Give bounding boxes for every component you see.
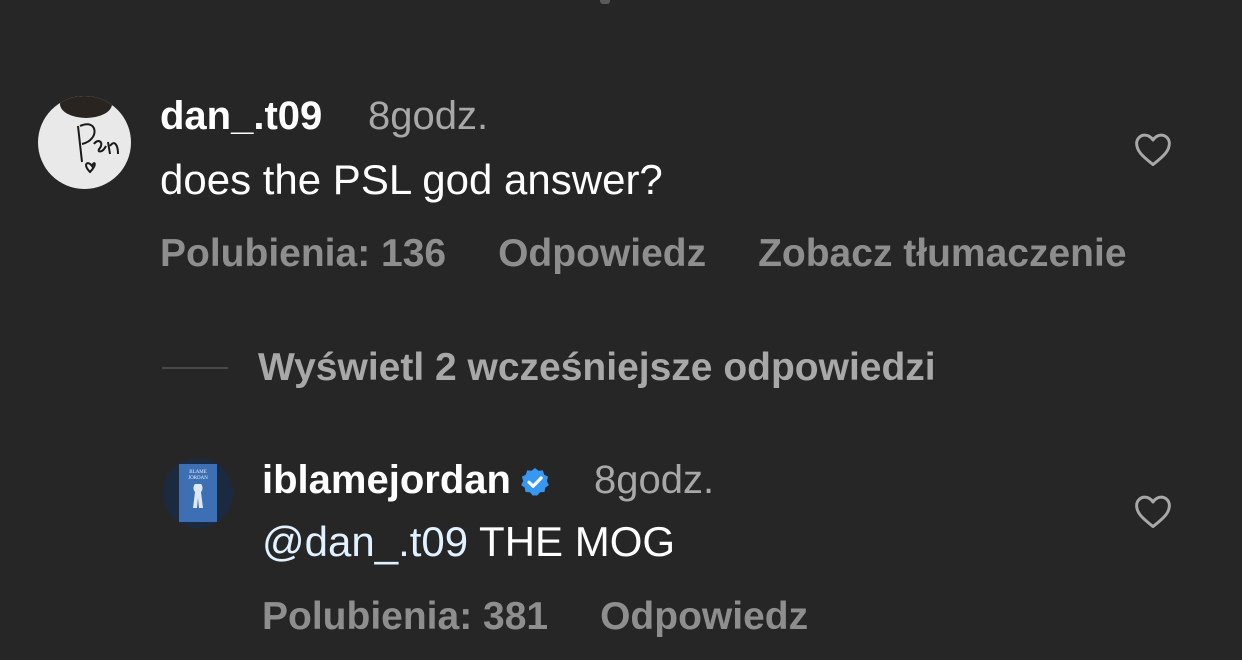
reply-text: @dan_.t09 THE MOG bbox=[262, 518, 675, 566]
top-scroll-indicator bbox=[600, 0, 610, 4]
comment-text: does the PSL god answer? bbox=[160, 156, 663, 203]
heart-outline-icon[interactable] bbox=[1133, 131, 1173, 167]
avatar[interactable] bbox=[38, 96, 131, 189]
reply-button[interactable]: Odpowiedz bbox=[498, 232, 706, 276]
svg-text:JORDAN: JORDAN bbox=[188, 476, 208, 481]
reply-username-text[interactable]: iblamejordan bbox=[262, 458, 511, 502]
comment-timestamp: 8godz. bbox=[368, 94, 489, 138]
heart-outline-icon[interactable] bbox=[1133, 493, 1173, 529]
reply-text-body: THE MOG bbox=[468, 518, 676, 565]
mention-link[interactable]: @dan_.t09 bbox=[262, 518, 468, 565]
replies-divider bbox=[162, 367, 228, 369]
view-earlier-replies-button[interactable]: Wyświetl 2 wcześniejsze odpowiedzi bbox=[162, 344, 936, 392]
likes-count[interactable]: Polubienia: 136 bbox=[160, 232, 446, 276]
reply-actions: Polubienia: 381 Odpowiedz bbox=[262, 595, 860, 639]
reply-timestamp: 8godz. bbox=[594, 458, 715, 502]
reply-username[interactable]: iblamejordan bbox=[262, 458, 559, 503]
view-replies-label: Wyświetl 2 wcześniejsze odpowiedzi bbox=[258, 346, 936, 389]
comment-actions: Polubienia: 136 Odpowiedz Zobacz tłumacz… bbox=[160, 232, 1179, 276]
likes-count[interactable]: Polubienia: 381 bbox=[262, 595, 548, 639]
book-cover-avatar-icon: BLAME JORDAN bbox=[163, 458, 233, 528]
reply-button[interactable]: Odpowiedz bbox=[600, 595, 808, 639]
signature-avatar-icon bbox=[38, 96, 131, 189]
svg-text:BLAME: BLAME bbox=[189, 470, 207, 475]
see-translation-button[interactable]: Zobacz tłumaczenie bbox=[758, 232, 1126, 276]
comment-username[interactable]: dan_.t09 bbox=[160, 94, 322, 139]
verified-badge-icon bbox=[519, 466, 551, 498]
avatar[interactable]: BLAME JORDAN bbox=[163, 458, 233, 528]
